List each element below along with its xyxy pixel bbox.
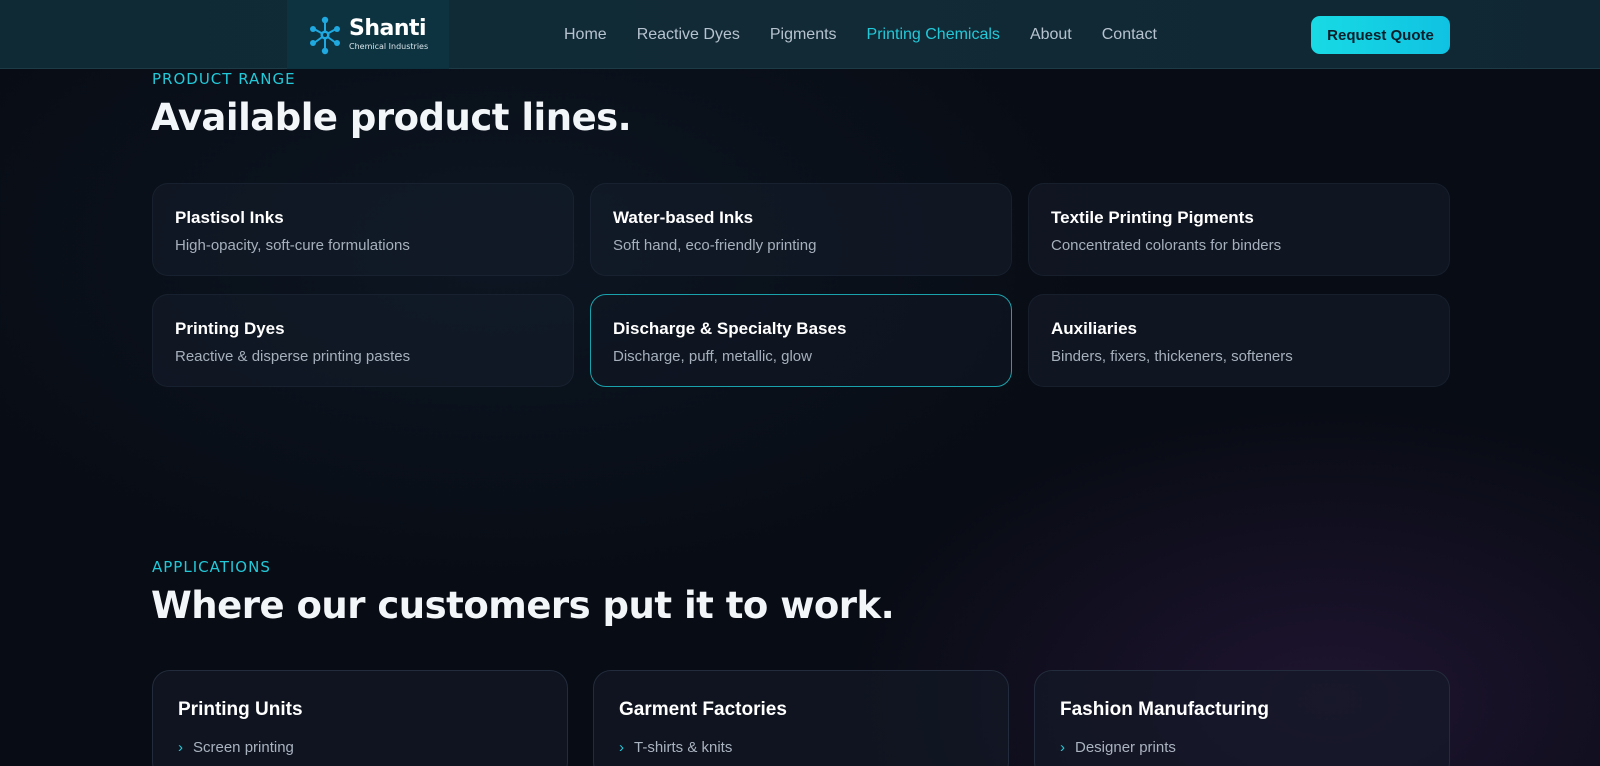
chevron-right-icon: › xyxy=(619,739,624,756)
application-card-printing-units[interactable]: Printing Units › Screen printing xyxy=(152,670,568,766)
application-card-fashion-manufacturing[interactable]: Fashion Manufacturing › Designer prints xyxy=(1034,670,1450,766)
product-card-auxiliaries[interactable]: Auxiliaries Binders, fixers, thickeners,… xyxy=(1028,294,1450,387)
application-item-label: Screen printing xyxy=(193,739,294,756)
product-name: Water-based Inks xyxy=(613,208,754,227)
product-card-textile-printing-pigments[interactable]: Textile Printing Pigments Concentrated c… xyxy=(1028,183,1450,276)
product-name: Printing Dyes xyxy=(175,319,285,338)
nav-pigments[interactable]: Pigments xyxy=(770,26,837,44)
chevron-right-icon: › xyxy=(1060,739,1065,756)
molecule-icon xyxy=(310,16,340,54)
product-name: Discharge & Specialty Bases xyxy=(613,319,847,338)
application-name: Garment Factories xyxy=(619,699,787,720)
product-name: Plastisol Inks xyxy=(175,208,284,227)
product-desc: Reactive & disperse printing pastes xyxy=(175,348,411,365)
product-card-water-based-inks[interactable]: Water-based Inks Soft hand, eco-friendly… xyxy=(590,183,1012,276)
product-desc: High-opacity, soft-cure formulations xyxy=(175,237,410,254)
request-quote-button[interactable]: Request Quote xyxy=(1311,16,1450,54)
applications-eyebrow: APPLICATIONS xyxy=(152,558,271,576)
main-nav: Home Reactive Dyes Pigments Printing Che… xyxy=(564,0,1157,69)
product-card-discharge-specialty-bases[interactable]: Discharge & Specialty Bases Discharge, p… xyxy=(590,294,1012,387)
list-item: › Designer prints xyxy=(1060,739,1424,756)
applications-title: Where our customers put it to work. xyxy=(151,584,895,627)
application-item-label: Designer prints xyxy=(1075,739,1176,756)
application-name: Printing Units xyxy=(178,699,303,720)
product-desc: Binders, fixers, thickeners, softeners xyxy=(1051,348,1293,365)
nav-reactive-dyes[interactable]: Reactive Dyes xyxy=(637,26,740,44)
nav-about[interactable]: About xyxy=(1030,26,1072,44)
product-range-title: Available product lines. xyxy=(151,96,632,139)
application-name: Fashion Manufacturing xyxy=(1060,699,1269,720)
product-desc: Soft hand, eco-friendly printing xyxy=(613,237,817,254)
application-item-label: T-shirts & knits xyxy=(634,739,733,756)
brand-subtitle: Chemical Industries xyxy=(349,42,429,51)
list-item: › T-shirts & knits xyxy=(619,739,983,756)
product-name: Auxiliaries xyxy=(1051,319,1137,338)
nav-contact[interactable]: Contact xyxy=(1102,26,1157,44)
product-range-eyebrow: PRODUCT RANGE xyxy=(152,70,296,88)
product-card-plastisol-inks[interactable]: Plastisol Inks High-opacity, soft-cure f… xyxy=(152,183,574,276)
nav-home[interactable]: Home xyxy=(564,26,607,44)
application-card-garment-factories[interactable]: Garment Factories › T-shirts & knits xyxy=(593,670,1009,766)
product-name: Textile Printing Pigments xyxy=(1051,208,1254,227)
nav-printing-chemicals[interactable]: Printing Chemicals xyxy=(867,26,1000,44)
brand-logo[interactable]: Shanti Chemical Industries xyxy=(287,0,449,69)
chevron-right-icon: › xyxy=(178,739,183,756)
site-header: Shanti Chemical Industries Home Reactive… xyxy=(0,0,1600,69)
product-desc: Concentrated colorants for binders xyxy=(1051,237,1282,254)
product-card-printing-dyes[interactable]: Printing Dyes Reactive & disperse printi… xyxy=(152,294,574,387)
product-desc: Discharge, puff, metallic, glow xyxy=(613,348,812,365)
brand-name: Shanti xyxy=(349,16,427,41)
list-item: › Screen printing xyxy=(178,739,542,756)
